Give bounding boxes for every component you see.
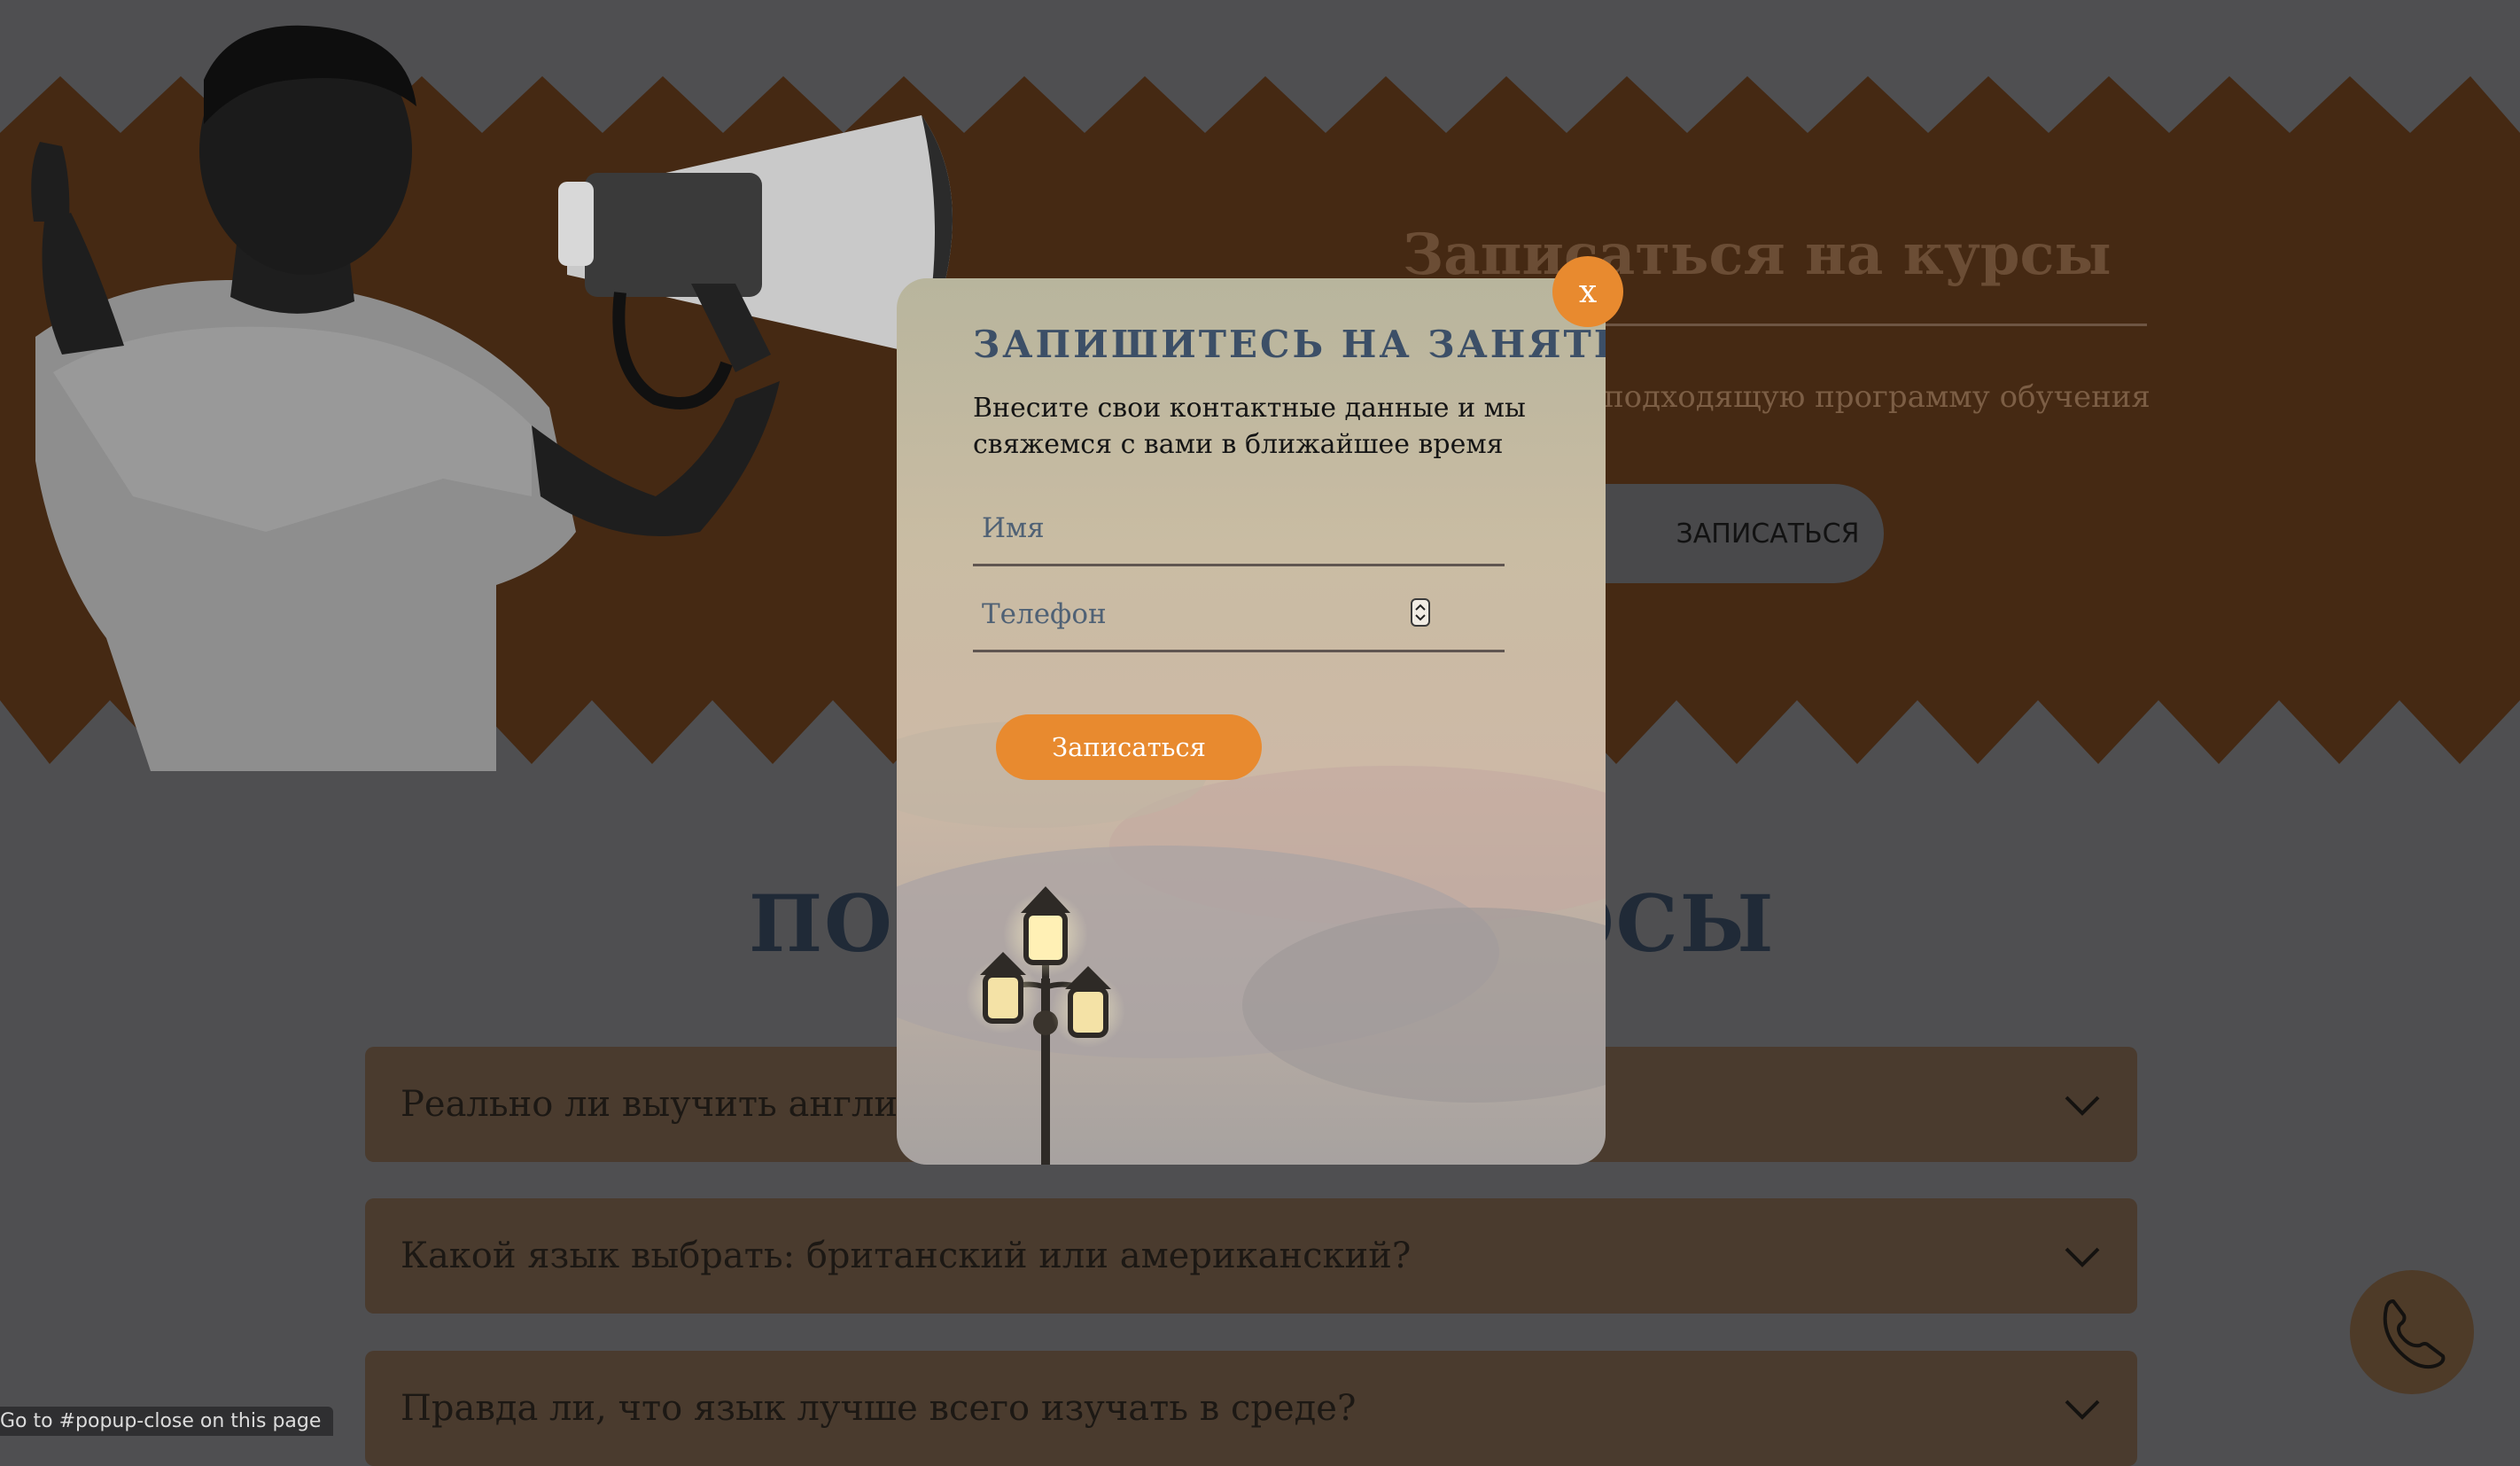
- faq-question: Правда ли, что язык лучше всего изучать …: [401, 1388, 1357, 1429]
- chevron-down-icon: [2065, 1400, 2100, 1420]
- phone-icon: [2383, 1299, 2446, 1369]
- phone-field: [973, 579, 1505, 652]
- hero-signup-button-label: ЗАПИСАТЬСЯ: [1676, 518, 1860, 550]
- faq-question: Какой язык выбрать: британский или амери…: [401, 1236, 1412, 1276]
- popup-submit-button[interactable]: Записаться: [996, 714, 1262, 780]
- signup-popup: ЗАПИШИТЕСЬ НА ЗАНЯТИЯ Внесите свои конта…: [897, 278, 1606, 1165]
- faq-item[interactable]: Какой язык выбрать: британский или амери…: [365, 1198, 2137, 1314]
- popup-close-button[interactable]: x: [1552, 256, 1623, 327]
- popup-submit-label: Записаться: [1052, 732, 1206, 762]
- hero-man-megaphone-image: [31, 25, 953, 771]
- popup-title: ЗАПИШИТЕСЬ НА ЗАНЯТИЯ: [973, 323, 1606, 366]
- name-field: [973, 493, 1505, 566]
- page: Записаться на курсы подходящую программу…: [0, 0, 2520, 1466]
- popup-description: Внесите свои контактные данные и мы свяж…: [973, 393, 1526, 460]
- faq-item[interactable]: Правда ли, что язык лучше всего изучать …: [365, 1351, 2137, 1466]
- spinner-arrows-icon: [1415, 604, 1426, 621]
- phone-spinner[interactable]: [1411, 598, 1430, 627]
- chevron-down-icon: [2065, 1247, 2100, 1267]
- chevron-down-icon: [2065, 1096, 2100, 1116]
- faq-question: Реально ли выучить англи: [401, 1084, 898, 1125]
- status-link-hint: Go to #popup-close on this page: [0, 1407, 334, 1436]
- name-input[interactable]: [973, 493, 1505, 564]
- hero-subtitle: подходящую программу обучения: [1604, 379, 2151, 415]
- phone-call-button[interactable]: [2350, 1270, 2474, 1394]
- close-icon: x: [1578, 273, 1598, 310]
